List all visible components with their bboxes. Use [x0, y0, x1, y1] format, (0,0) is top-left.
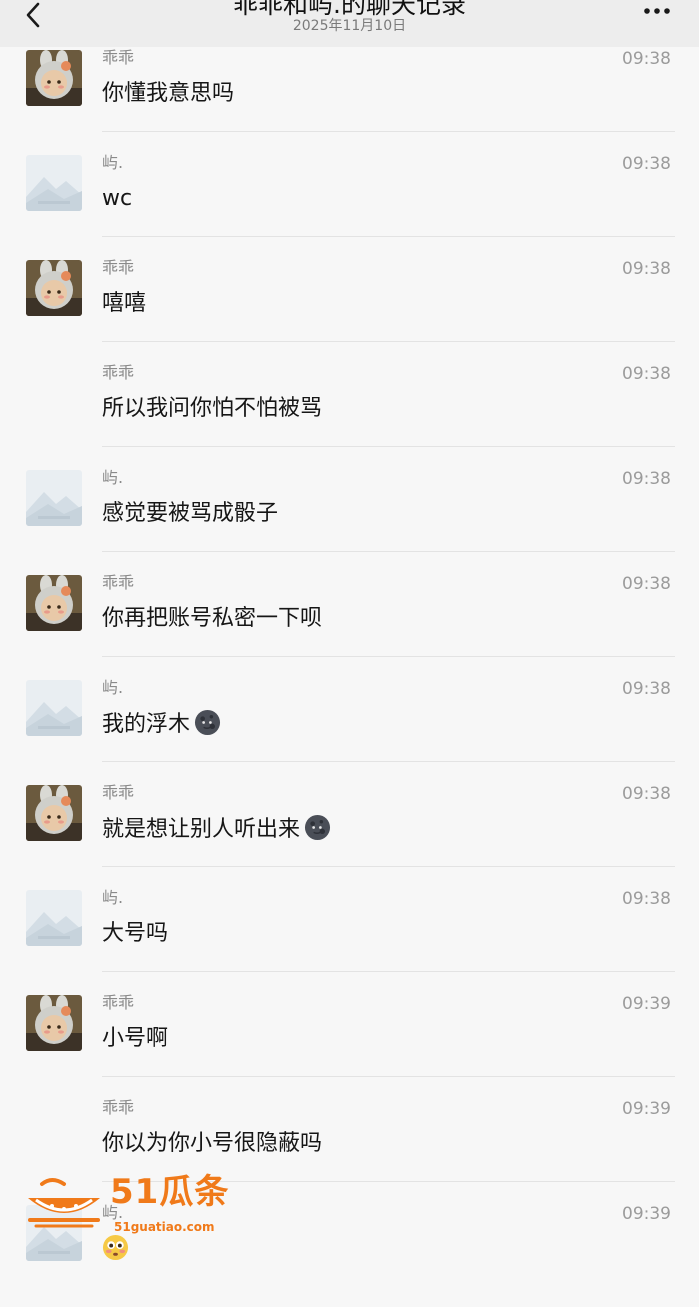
message-text-content: 大号吗 [102, 921, 169, 946]
more-options-icon[interactable] [643, 6, 671, 16]
row-divider [102, 446, 675, 447]
message-text[interactable]: 你懂我意思吗 [102, 79, 234, 109]
message-text-content: 就是想让别人听出来 [102, 817, 301, 842]
chat-message-row[interactable]: 乖乖 09:38 你懂我意思吗 [0, 47, 699, 152]
chat-message-row[interactable]: 屿. 09:38 感觉要被骂成骰子 [0, 467, 699, 572]
message-time: 09:38 [622, 889, 671, 909]
message-text[interactable]: 你以为你小号很隐蔽吗 [102, 1129, 322, 1159]
placeholder-avatar[interactable] [26, 155, 82, 211]
message-time: 09:38 [622, 469, 671, 489]
message-text-content: 你以为你小号很隐蔽吗 [102, 1131, 323, 1156]
message-text[interactable] [102, 1234, 129, 1265]
row-divider [102, 236, 675, 237]
chat-message-row[interactable]: 屿. 09:38 我的浮木 [0, 677, 699, 782]
message-time: 09:38 [622, 259, 671, 279]
message-time: 09:38 [622, 784, 671, 804]
row-divider [102, 551, 675, 552]
message-text[interactable]: 就是想让别人听出来 [102, 814, 331, 845]
chat-message-row[interactable]: 屿. 09:38 wc [0, 152, 699, 257]
chat-message-row[interactable]: 乖乖 09:39 小号啊 [0, 992, 699, 1097]
message-time: 09:39 [622, 994, 671, 1014]
sender-name: 屿. [102, 153, 124, 172]
message-text[interactable]: 感觉要被骂成骰子 [102, 499, 278, 529]
sender-name: 乖乖 [102, 573, 135, 592]
row-divider [102, 866, 675, 867]
message-text[interactable]: 你再把账号私密一下呗 [102, 604, 322, 634]
message-time: 09:38 [622, 574, 671, 594]
message-time: 09:38 [622, 154, 671, 174]
sender-name: 屿. [102, 678, 124, 697]
message-text[interactable]: 嘻嘻 [102, 289, 146, 319]
bunny-doll-avatar[interactable] [26, 995, 82, 1051]
watermark-url: 51guatiao.com [114, 1220, 215, 1234]
header-bar: 乖乖和屿.的聊天记录 2025年11月10日 [0, 0, 699, 47]
message-text[interactable]: 小号啊 [102, 1024, 168, 1054]
page-subtitle-date: 2025年11月10日 [292, 18, 407, 34]
message-time: 09:38 [622, 49, 671, 69]
placeholder-avatar[interactable] [26, 890, 82, 946]
chat-message-row[interactable]: 乖乖 09:38 就是想让别人听出来 [0, 782, 699, 887]
flushed-face-emoji [102, 1234, 129, 1261]
message-text[interactable]: 我的浮木 [102, 709, 221, 740]
message-time: 09:38 [622, 679, 671, 699]
message-text-content: 我的浮木 [102, 712, 191, 737]
message-text-content: 感觉要被骂成骰子 [102, 501, 279, 526]
chat-message-row[interactable]: 屿. 09:38 大号吗 [0, 887, 699, 992]
placeholder-avatar[interactable] [26, 470, 82, 526]
sender-name: 屿. [102, 888, 124, 907]
sender-name: 乖乖 [102, 993, 135, 1012]
message-text-content: wc [102, 186, 133, 211]
sender-name: 乖乖 [102, 48, 135, 67]
placeholder-avatar[interactable] [26, 680, 82, 736]
chat-record-list[interactable]: 乖乖 09:38 你懂我意思吗 屿. 09:38 wc 乖乖 09:38 嘻嘻 乖乖 09:38 所以… [0, 47, 699, 1307]
message-text[interactable]: wc [102, 184, 132, 214]
sender-name: 乖乖 [102, 1098, 135, 1117]
sender-name: 乖乖 [102, 363, 135, 382]
chat-message-row[interactable]: 乖乖 09:38 所以我问你怕不怕被骂 [0, 362, 699, 467]
new-moon-face-emoji [194, 709, 221, 736]
row-divider [102, 341, 675, 342]
message-text-content: 小号啊 [102, 1026, 169, 1051]
watermark-brand: 51瓜条 [110, 1172, 230, 1212]
message-time: 09:38 [622, 364, 671, 384]
bunny-doll-avatar[interactable] [26, 575, 82, 631]
message-text-content: 你懂我意思吗 [102, 81, 235, 106]
row-divider [102, 761, 675, 762]
bunny-doll-avatar[interactable] [26, 785, 82, 841]
row-divider [102, 656, 675, 657]
chat-message-row[interactable]: 乖乖 09:38 嘻嘻 [0, 257, 699, 362]
message-text-content: 嘻嘻 [102, 291, 147, 316]
message-text[interactable]: 所以我问你怕不怕被骂 [102, 394, 322, 424]
message-time: 09:39 [622, 1204, 671, 1224]
message-text-content: 所以我问你怕不怕被骂 [102, 396, 323, 421]
watermark: 51瓜条 51guatiao.com [22, 1168, 242, 1238]
sender-name: 乖乖 [102, 258, 135, 277]
chat-message-row[interactable]: 乖乖 09:38 你再把账号私密一下呗 [0, 572, 699, 677]
message-text-content: 你再把账号私密一下呗 [102, 606, 323, 631]
row-divider [102, 1076, 675, 1077]
sender-name: 屿. [102, 468, 124, 487]
sender-name: 乖乖 [102, 783, 135, 802]
new-moon-face-emoji [304, 814, 331, 841]
row-divider [102, 131, 675, 132]
bunny-doll-avatar[interactable] [26, 50, 82, 106]
row-divider [102, 971, 675, 972]
message-time: 09:39 [622, 1099, 671, 1119]
message-text[interactable]: 大号吗 [102, 919, 168, 949]
watermelon-logo-icon [28, 1178, 100, 1228]
bunny-doll-avatar[interactable] [26, 260, 82, 316]
